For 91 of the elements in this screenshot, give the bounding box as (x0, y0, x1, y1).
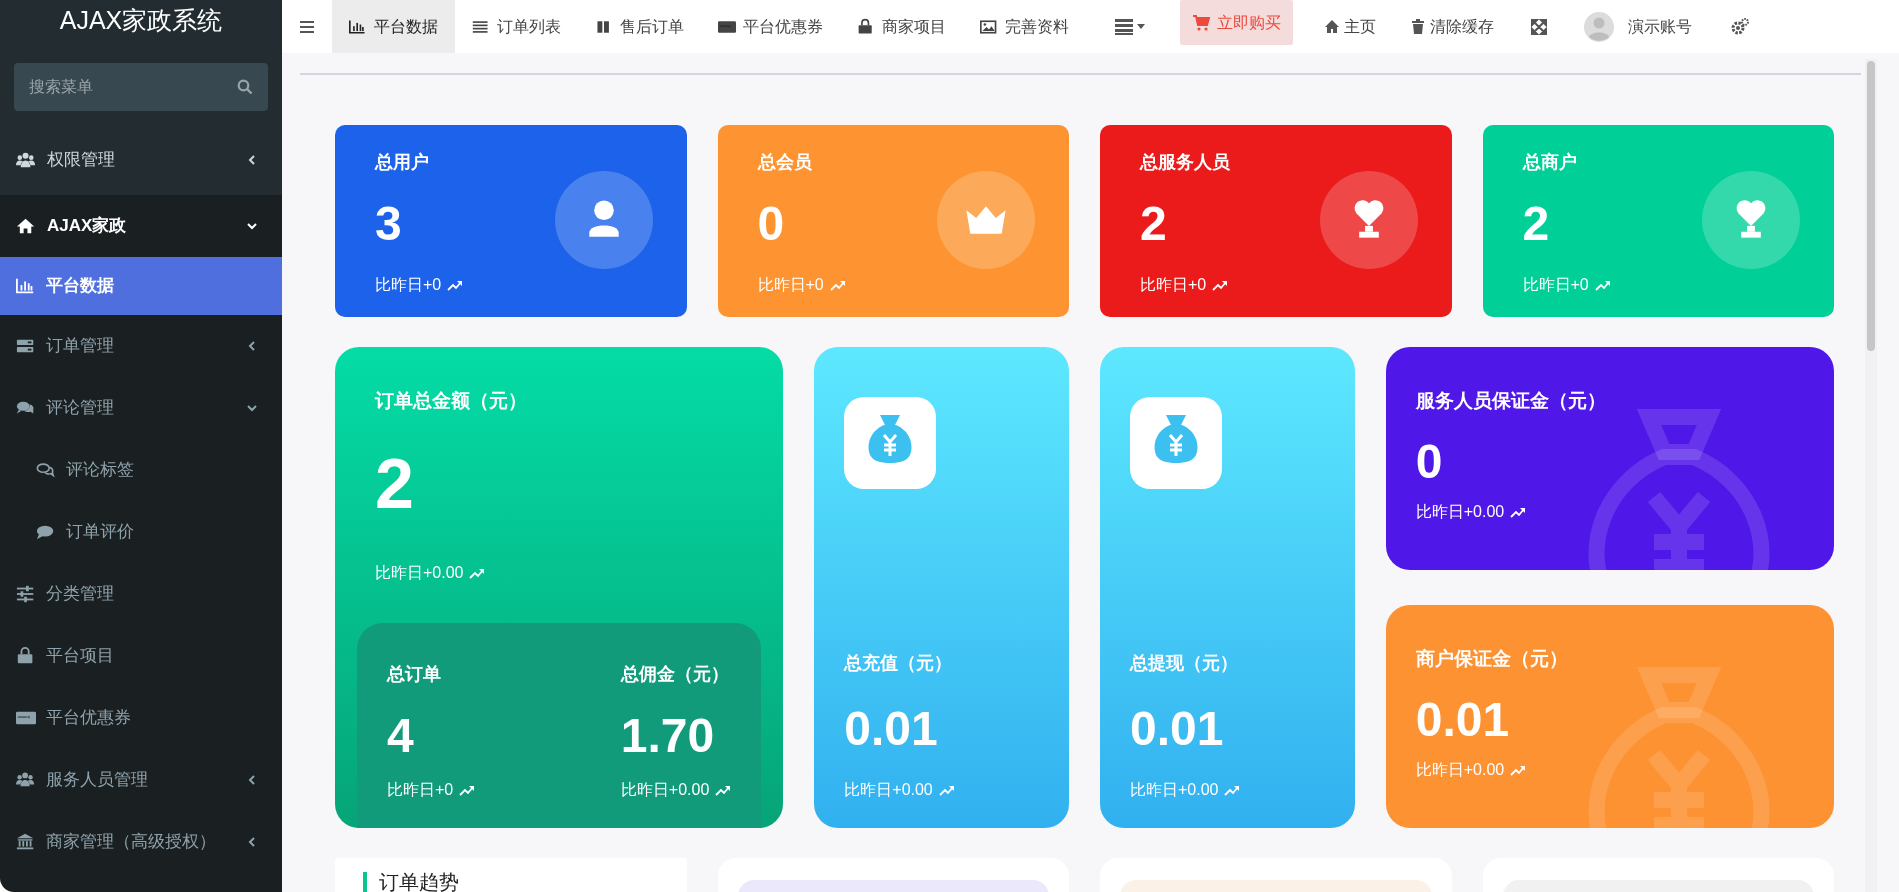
sliders-icon (16, 584, 36, 604)
trend-icon (469, 566, 486, 579)
avatar-icon (1584, 11, 1614, 42)
stat-label: 总用户 (375, 151, 430, 174)
change-text: 比昨日+0.00 (1415, 502, 1505, 523)
money-bag-icon (844, 397, 937, 489)
stat-label: 总服务人员 (1140, 151, 1231, 174)
image-icon (980, 17, 998, 36)
heart-trophy-icon (1702, 171, 1800, 269)
bank-icon (16, 832, 36, 852)
cart-icon (1192, 13, 1210, 32)
stat-value: 1.70 (620, 709, 716, 763)
change-text: 比昨日+0.00 (1415, 760, 1505, 781)
crown-icon (937, 171, 1035, 269)
change-text: 比昨日+0.00 (620, 780, 710, 801)
change-text: 比昨日+0.00 (375, 562, 464, 583)
app-title: AJAX家政系统 (58, 5, 224, 36)
stat-label: 总商户 (1522, 151, 1578, 174)
stat-label: 总充值（元） (844, 652, 954, 676)
nav-tab[interactable]: 商家项目 (840, 0, 963, 53)
change-text: 比昨日+0.00 (844, 780, 933, 800)
nav-link[interactable]: 清除缓存 (1393, 0, 1511, 53)
trend-icon (938, 784, 955, 796)
trend-icon (1224, 784, 1241, 796)
search-icon (237, 79, 253, 95)
change-text: 比昨日+0 (1140, 274, 1207, 295)
home-icon (1324, 18, 1340, 35)
nav-tab[interactable]: 完善资料 (963, 0, 1086, 53)
trend-icon (1212, 278, 1229, 291)
user-menu[interactable]: 演示账号 (1567, 0, 1709, 53)
stat-value: 2 (1522, 198, 1550, 251)
sidebar-item[interactable]: 平台优惠券 (0, 687, 282, 749)
stat-value: 0 (757, 198, 785, 251)
sidebar-item[interactable]: 评论管理 (0, 377, 282, 439)
trend-icon (715, 784, 732, 797)
nav-tab[interactable]: 售后订单 (578, 0, 701, 53)
nav-link[interactable]: 主页 (1307, 0, 1393, 53)
user-icon (554, 171, 653, 269)
chat-bubbles-icon (36, 460, 56, 480)
nav-tab[interactable]: 平台优惠券 (701, 0, 840, 53)
stat-label: 商户保证金（元） (1415, 647, 1569, 671)
nav-tab[interactable]: 订单列表 (455, 0, 578, 53)
stat-label: 总佣金（元） (620, 662, 730, 686)
change-text: 比昨日+0.00 (1130, 780, 1219, 800)
sidebar-item[interactable]: 平台数据 (0, 257, 282, 315)
expand-icon (1531, 18, 1547, 35)
stat-value: 4 (387, 709, 415, 763)
list-icon (1115, 17, 1133, 36)
change-text: 比昨日+0 (387, 780, 454, 801)
scrollbar-thumb[interactable] (1867, 61, 1875, 351)
stat-value: 0.01 (1415, 693, 1511, 747)
change-text: 比昨日+0 (757, 274, 824, 295)
stat-label: 总订单 (387, 662, 442, 686)
sidebar-item[interactable]: 分类管理 (0, 563, 282, 625)
trash-icon (1410, 18, 1426, 35)
stat-label: 服务人员保证金（元） (1415, 389, 1607, 413)
bar-chart-icon (16, 276, 36, 296)
stat-value: 0 (1415, 435, 1444, 489)
nav-tab[interactable]: 平台数据 (332, 0, 455, 53)
menu-icon (299, 18, 315, 35)
sidebar-item[interactable]: 商家管理（高级授权） (0, 811, 282, 873)
trend-icon (447, 278, 464, 291)
scrollbar[interactable] (1865, 59, 1877, 892)
trend-icon (1594, 278, 1611, 291)
panel-title: 订单趋势 (363, 872, 459, 892)
stat-value: 0.01 (844, 703, 938, 756)
trend-icon (459, 784, 476, 797)
caret-icon (1137, 24, 1145, 29)
stat-label: 总会员 (757, 151, 813, 174)
sidebar-item[interactable]: 评论标签 (0, 439, 282, 501)
card-title: 订单总金额（元） (373, 389, 528, 413)
trend-icon (1510, 506, 1527, 519)
money-bag-icon (1130, 397, 1222, 489)
sidebar-item[interactable]: 服务人员管理 (0, 749, 282, 811)
search-field[interactable]: 搜索菜单 (14, 63, 268, 111)
sidebar-item[interactable]: 平台项目 (0, 625, 282, 687)
change-text: 比昨日+0 (1522, 274, 1589, 295)
settings-icon (1731, 17, 1749, 36)
heart-trophy-icon (1319, 171, 1418, 269)
sidebar-item[interactable]: 订单评价 (0, 501, 282, 563)
stat-value: 2 (374, 443, 415, 523)
change-text: 比昨日+0 (375, 274, 442, 295)
bar-chart-icon (349, 17, 367, 36)
trend-icon (1510, 764, 1527, 777)
stat-value: 0.01 (1130, 703, 1224, 756)
stat-label: 总提现（元） (1130, 652, 1239, 676)
sidebar-item[interactable]: 订单管理 (0, 315, 282, 377)
sidebar-item[interactable]: 权限管理 (0, 125, 282, 195)
stat-value: 2 (1140, 198, 1167, 251)
stat-value: 3 (375, 198, 402, 251)
trend-icon (829, 278, 846, 291)
